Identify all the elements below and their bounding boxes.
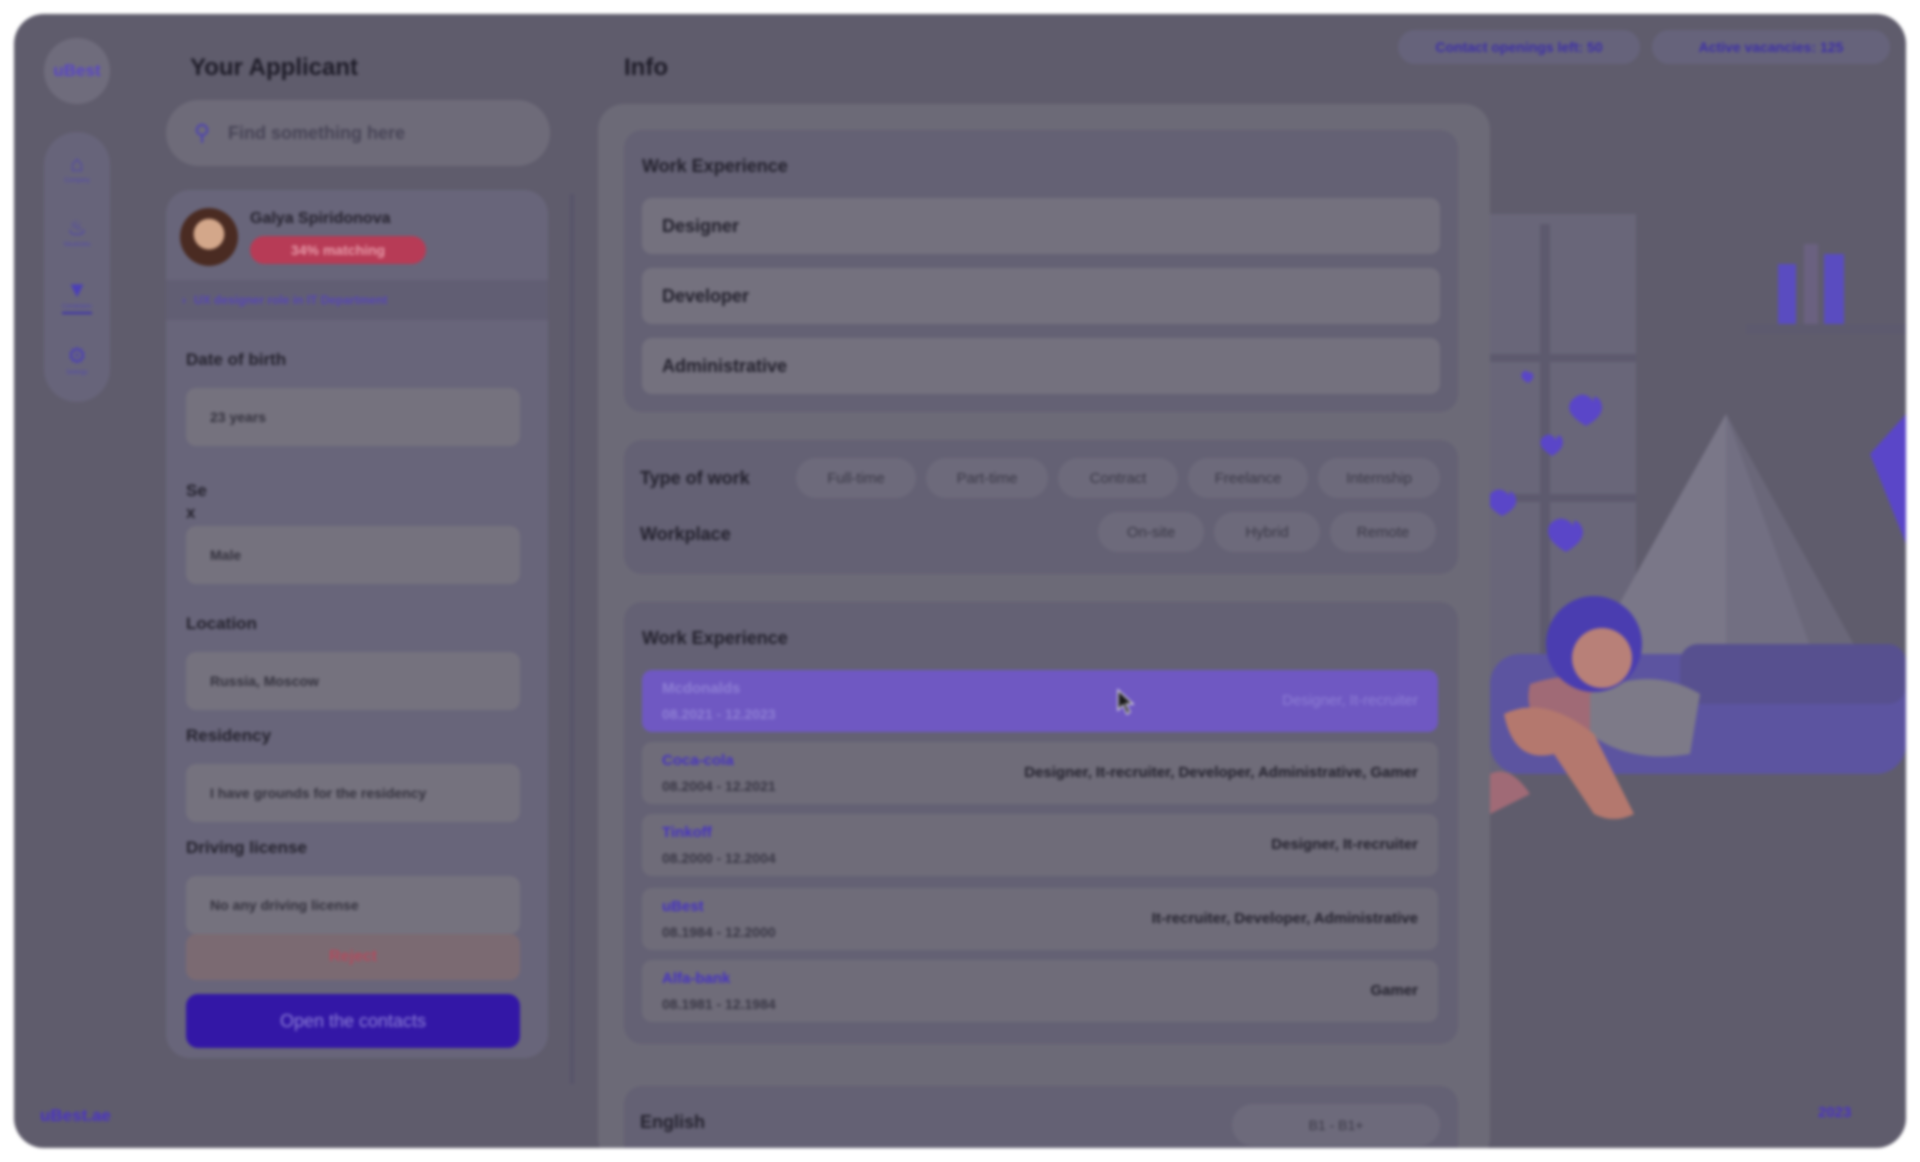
job-dates: 08.1984 - 12.2000 [662, 924, 776, 940]
search-input[interactable] [228, 122, 528, 144]
gear-icon: ⚙ [67, 342, 87, 368]
sidebar-item-label: Vacancies [63, 241, 91, 248]
open-contacts-button[interactable]: Open the contacts [186, 994, 520, 1048]
sidebar-item-vacancies[interactable]: ♨ Vacancies [44, 204, 110, 260]
job-row[interactable]: Alfa-bank 08.1981 - 12.1984 Gamer [642, 960, 1438, 1022]
work-experience-title: Work Experience [642, 156, 788, 176]
field-label-dob: Date of birth [186, 350, 287, 369]
field-sex[interactable]: Male [186, 526, 520, 584]
chip-hybrid[interactable]: Hybrid [1214, 512, 1320, 552]
flame-icon: ♨ [67, 214, 87, 240]
work-category-panel: Work Experience Designer Developer Admin… [624, 130, 1458, 412]
role-expander[interactable]: › UX designer role in IT Department [166, 280, 548, 320]
chip-internship[interactable]: Internship [1318, 458, 1440, 498]
job-row[interactable]: Coca-cola 08.2004 - 12.2021 Designer, It… [642, 742, 1438, 804]
job-roles: Designer, It-recruiter [1282, 692, 1418, 709]
footer-domain[interactable]: uBest.ae [40, 1106, 111, 1126]
chip-part-time[interactable]: Part-time [926, 458, 1048, 498]
column-divider [570, 194, 574, 1084]
job-roles: Designer, It-recruiter, Developer, Admin… [1024, 764, 1418, 781]
language-label: English [640, 1112, 706, 1132]
job-roles: Designer, It-recruiter [1271, 836, 1418, 853]
field-label-residency: Residency [186, 726, 272, 745]
mouse-cursor-icon [1117, 688, 1135, 715]
job-company: Tinkoff [662, 824, 712, 841]
sidebar-item-settings[interactable]: ⚙ Settings [44, 332, 110, 388]
role-label: UX designer role in IT Department [194, 293, 388, 307]
girl-tent-illustration [1490, 214, 1906, 819]
job-dates: 08.2000 - 12.2004 [662, 850, 776, 866]
search-bar[interactable]: ⚲ [166, 100, 550, 166]
sidebar-item-label: Settings [66, 369, 88, 376]
field-dob[interactable]: 23 years [186, 388, 520, 446]
field-driving[interactable]: No any driving license [186, 876, 520, 934]
job-row[interactable]: Mcdonalds 08.2021 - 12.2023 Designer, It… [642, 670, 1438, 732]
job-company: Alfa-bank [662, 970, 731, 987]
info-panel: Work Experience Designer Developer Admin… [598, 104, 1490, 1148]
mask-icon: ▼ [66, 276, 88, 302]
category-developer[interactable]: Developer [642, 268, 1440, 324]
home-icon: ⌂ [70, 150, 84, 176]
sidebar-item-label: Candidates [61, 304, 93, 314]
language-panel: English B1 - B1+ [624, 1086, 1458, 1148]
job-company: uBest [662, 898, 704, 915]
job-roles: It-recruiter, Developer, Administrative [1151, 910, 1418, 927]
category-designer[interactable]: Designer [642, 198, 1440, 254]
chevron-right-icon: › [182, 293, 186, 307]
chip-freelance[interactable]: Freelance [1188, 458, 1308, 498]
jobs-title: Work Experience [642, 628, 788, 648]
field-label-driving: Driving license [186, 838, 307, 857]
field-label-sex: Se x [186, 481, 207, 522]
applicant-card: Galya Spiridonova 34% matching › UX desi… [166, 190, 548, 1058]
app-window: uBest ⌂ Company ♨ Vacancies ▼ Candidates… [14, 14, 1906, 1148]
job-row[interactable]: uBest 08.1984 - 12.2000 It-recruiter, De… [642, 888, 1438, 950]
sidebar-item-company[interactable]: ⌂ Company [44, 140, 110, 196]
jobs-panel: Work Experience Mcdonalds 08.2021 - 12.2… [624, 602, 1458, 1044]
chip-contract[interactable]: Contract [1058, 458, 1178, 498]
applicant-name: Galya Spiridonova [250, 210, 391, 227]
chip-full-time[interactable]: Full-time [796, 458, 916, 498]
work-type-panel: Type of work Full-time Part-time Contrac… [624, 440, 1458, 574]
info-title: Info [624, 54, 668, 81]
language-level[interactable]: B1 - B1+ [1232, 1104, 1440, 1146]
field-location[interactable]: Russia, Moscow [186, 652, 520, 710]
chip-remote[interactable]: Remote [1330, 512, 1436, 552]
job-dates: 08.2004 - 12.2021 [662, 778, 776, 794]
chip-on-site[interactable]: On-site [1098, 512, 1204, 552]
job-company: Coca-cola [662, 752, 734, 769]
reject-button[interactable]: Reject [186, 934, 520, 980]
job-dates: 08.2021 - 12.2023 [662, 706, 776, 722]
category-administrative[interactable]: Administrative [642, 338, 1440, 394]
field-residency[interactable]: I have grounds for the residency [186, 764, 520, 822]
app-logo[interactable]: uBest [44, 38, 110, 104]
job-company: Mcdonalds [662, 680, 741, 697]
sidebar-item-candidates[interactable]: ▼ Candidates [44, 268, 110, 324]
sidebar-item-label: Company [64, 177, 90, 184]
job-roles: Gamer [1370, 982, 1418, 999]
active-vacancies-badge: Active vacancies: 125 [1652, 30, 1890, 64]
type-of-work-label: Type of work [640, 468, 750, 488]
sidebar-nav: ⌂ Company ♨ Vacancies ▼ Candidates ⚙ Set… [44, 132, 110, 402]
job-dates: 08.1981 - 12.1984 [662, 996, 776, 1012]
page-title: Your Applicant [190, 54, 358, 81]
footer-year: 2023 [1818, 1104, 1852, 1121]
search-icon: ⚲ [194, 120, 211, 145]
workplace-label: Workplace [640, 524, 731, 544]
avatar[interactable] [180, 208, 238, 266]
contact-openings-badge: Contact openings left: 50 [1398, 30, 1640, 64]
field-label-location: Location [186, 614, 257, 633]
job-row[interactable]: Tinkoff 08.2000 - 12.2004 Designer, It-r… [642, 814, 1438, 876]
matching-badge: 34% matching [250, 236, 426, 264]
